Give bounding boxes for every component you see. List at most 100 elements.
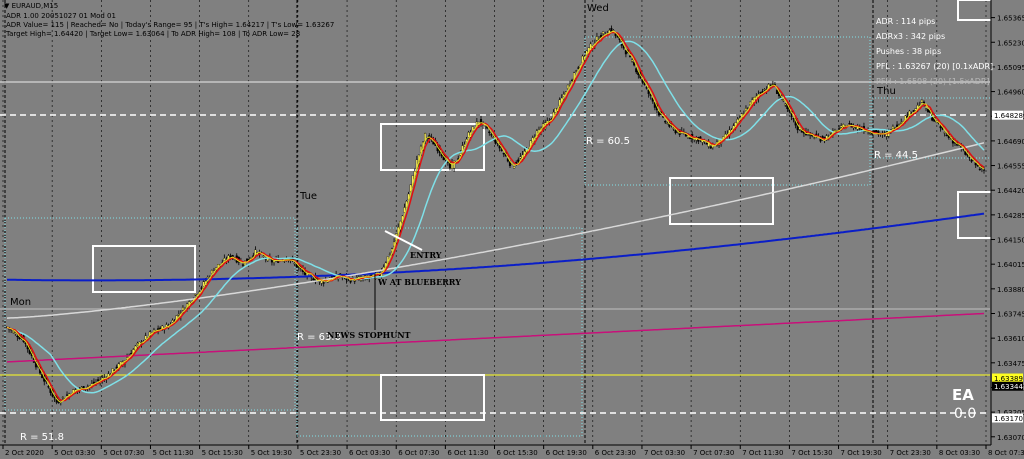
time-tick-label: 2 Oct 2020 — [5, 449, 44, 457]
candle-body — [900, 122, 903, 124]
candle-body — [177, 314, 180, 316]
candle-body — [322, 282, 325, 284]
time-tick-label: 6 Oct 15:30 — [497, 449, 538, 457]
candle-body — [566, 84, 569, 89]
candle-body — [920, 99, 923, 103]
candle-body — [628, 55, 632, 57]
candle-body — [976, 165, 979, 167]
candle-body — [262, 255, 265, 257]
time-tick-label: 7 Oct 19:30 — [841, 449, 882, 457]
candle-body — [571, 79, 574, 81]
candle-body — [484, 125, 487, 127]
day-label-wed: Wed — [587, 3, 609, 14]
candle-body — [927, 109, 930, 113]
candle-body — [782, 99, 785, 101]
time-tick-label: 6 Oct 03:30 — [349, 449, 390, 457]
candle-body — [200, 287, 203, 289]
candle-body — [838, 128, 841, 130]
price-tick-label: 1.64555 — [997, 163, 1024, 171]
candle-body — [14, 332, 17, 335]
candle-body — [744, 108, 748, 111]
candle-body — [223, 258, 226, 261]
candle-body — [775, 90, 779, 94]
candle-body — [136, 343, 139, 345]
candle-body — [624, 50, 627, 55]
candle-body — [664, 121, 667, 123]
candle-body — [519, 156, 522, 159]
time-tick-label: 5 Oct 19:30 — [251, 449, 292, 457]
entry-label: ENTRY — [410, 250, 442, 260]
symbol-title: ▼ EURAUD,M15 — [4, 2, 58, 10]
time-tick-label: 8 Oct 07:30 — [988, 449, 1024, 457]
time-tick-label: 7 Oct 23:30 — [890, 449, 931, 457]
price-tick-label: 1.64420 — [997, 187, 1024, 195]
candle-body — [982, 169, 986, 171]
candle-body — [891, 126, 894, 129]
price-tick-label: 1.63475 — [997, 360, 1024, 368]
price-tick-label: 1.64690 — [997, 138, 1024, 146]
candle-body — [293, 263, 296, 265]
price-tick-label: 1.64150 — [997, 237, 1024, 245]
candle-body — [939, 126, 942, 129]
time-tick-label: 5 Oct 03:30 — [54, 449, 95, 457]
wat-blueberry-label: W AT BLUEBERRY — [378, 277, 461, 287]
candle-body — [241, 264, 245, 266]
adrx3-line: ADRx3 : 342 pips — [876, 32, 946, 41]
candle-body — [577, 67, 580, 69]
pfl-line: PFL : 1.63267 (20) [0.1xADR] — [876, 62, 994, 71]
candle-body — [829, 132, 832, 134]
candle-body — [602, 31, 605, 34]
candle-body — [595, 36, 598, 41]
price-level-label: 1.63170 — [994, 415, 1023, 423]
adr-panel: ADR : 114 pips ADRx3 : 342 pips Pushes :… — [876, 14, 993, 89]
pushes-line: Pushes : 38 pips — [876, 47, 942, 56]
price-tick-label: 1.64960 — [997, 89, 1024, 97]
candle-body — [709, 146, 712, 149]
time-tick-label: 6 Oct 11:30 — [447, 449, 488, 457]
candle-body — [65, 394, 69, 396]
price-level-label: 1.63344 — [994, 383, 1023, 391]
candle-body — [635, 68, 638, 73]
adr-header-line-1: ADR 1.00 20051027 01 Mod 01 — [6, 12, 116, 20]
time-tick-label: 5 Oct 15:30 — [202, 449, 243, 457]
candle-body — [500, 149, 503, 151]
time-tick-label: 6 Oct 19:30 — [546, 449, 587, 457]
price-tick-label: 1.64285 — [997, 212, 1024, 220]
candle-body — [513, 166, 516, 169]
candle-body — [912, 110, 915, 112]
candle-body — [943, 132, 946, 134]
time-tick-label: 6 Oct 07:30 — [398, 449, 439, 457]
price-tick-label: 1.65095 — [997, 64, 1024, 72]
price-tick-label: 1.63070 — [997, 434, 1024, 442]
candle-body — [763, 89, 766, 91]
adr-header-line-2: ADR Value= 115 | Reached= No | Today's R… — [6, 21, 335, 29]
candle-body — [978, 168, 981, 171]
candle-body — [674, 130, 677, 134]
candle-body — [631, 59, 634, 62]
candle-body — [47, 386, 50, 388]
candle-body — [80, 387, 83, 389]
news-stophunt-label: NEWS STOPHUNT — [327, 330, 411, 340]
price-tick-label: 1.64015 — [997, 261, 1024, 269]
candle-body — [759, 92, 762, 94]
price-tick-label: 1.65230 — [997, 39, 1024, 47]
candle-body — [246, 258, 249, 261]
candle-body — [949, 138, 952, 140]
ea-label: EA — [952, 386, 974, 404]
price-tick-label: 1.65365 — [997, 15, 1024, 23]
day-label-thu: Thu — [877, 86, 896, 97]
time-tick-label: 8 Oct 03:30 — [939, 449, 980, 457]
candle-body — [784, 103, 787, 106]
candle-body — [945, 134, 948, 137]
price-chart[interactable]: 1.653651.652301.650951.649601.648251.646… — [0, 0, 1024, 459]
candle-body — [705, 142, 708, 145]
candle-body — [492, 137, 495, 139]
menu-arrow-icon[interactable]: ▼ — [4, 2, 9, 10]
candle-body — [666, 122, 669, 125]
price-tick-label: 1.63745 — [997, 310, 1024, 318]
range-label-wed: R = 60.5 — [586, 136, 630, 147]
candle-body — [243, 260, 247, 267]
candle-body — [749, 101, 752, 105]
candle-body — [181, 307, 184, 311]
candle-body — [502, 153, 505, 155]
